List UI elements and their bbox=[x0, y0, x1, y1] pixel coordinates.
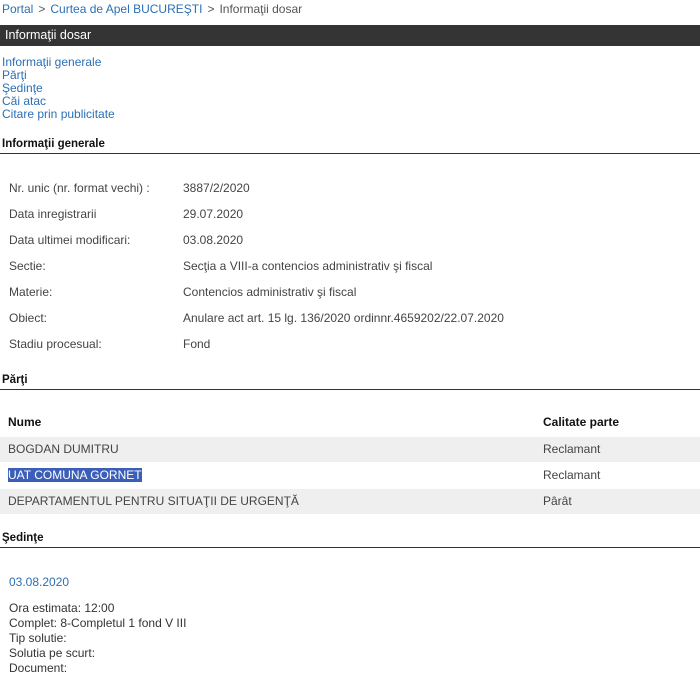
info-value: Contencios administrativ şi fiscal bbox=[183, 285, 357, 299]
info-value: 3887/2/2020 bbox=[183, 181, 250, 195]
hearing-date-link[interactable]: 03.08.2020 bbox=[9, 575, 69, 589]
info-value: 29.07.2020 bbox=[183, 207, 244, 221]
party-role: Reclamant bbox=[543, 442, 601, 456]
hearing-solution-summary: Solutia pe scurt: bbox=[9, 646, 96, 660]
info-label: Stadiu procesual: bbox=[9, 337, 102, 351]
hearing-solution-type: Tip solutie: bbox=[9, 631, 67, 645]
info-value: Secţia a VIII-a contencios administrativ… bbox=[183, 259, 433, 273]
column-header-role: Calitate parte bbox=[543, 415, 620, 429]
breadcrumb-separator: > bbox=[38, 2, 46, 16]
hearing-document: Document: bbox=[9, 661, 68, 675]
hearing-panel: Complet: 8-Completul 1 fond V III bbox=[9, 616, 187, 630]
page-title: Informaţii dosar bbox=[0, 25, 700, 46]
info-label: Materie: bbox=[9, 285, 53, 299]
nav-link-public-summons[interactable]: Citare prin publicitate bbox=[2, 108, 115, 121]
table-row: UAT COMUNA GORNET Reclamant bbox=[0, 463, 700, 488]
info-value: Fond bbox=[183, 337, 211, 351]
info-label: Sectie: bbox=[9, 259, 46, 273]
party-name-wrapper: UAT COMUNA GORNET bbox=[8, 463, 142, 488]
breadcrumb-portal-link[interactable]: Portal bbox=[2, 2, 33, 16]
breadcrumb-separator: > bbox=[207, 2, 215, 16]
breadcrumb-court-link[interactable]: Curtea de Apel BUCUREŞTI bbox=[50, 2, 202, 16]
table-row: DEPARTAMENTUL PENTRU SITUAŢII DE URGENŢĂ… bbox=[0, 489, 700, 514]
table-row: BOGDAN DUMITRU Reclamant bbox=[0, 437, 700, 462]
info-value: Anulare act art. 15 lg. 136/2020 ordinnr… bbox=[183, 311, 504, 325]
hearing-details: Ora estimata: 12:00 Complet: 8-Completul… bbox=[9, 601, 186, 676]
breadcrumb: Portal > Curtea de Apel BUCUREŞTI > Informaţ… bbox=[2, 2, 302, 16]
party-name-selected: UAT COMUNA GORNET bbox=[8, 468, 142, 482]
party-name: BOGDAN DUMITRU bbox=[8, 442, 119, 456]
info-label: Obiect: bbox=[9, 311, 48, 325]
info-value: 03.08.2020 bbox=[183, 233, 244, 247]
info-label: Nr. unic (nr. format vechi) : bbox=[9, 181, 150, 195]
party-role: Pârât bbox=[543, 494, 572, 508]
hearing-estimated-time: Ora estimata: 12:00 bbox=[9, 601, 115, 615]
section-nav: Informaţii generale Părţi Şedinţe Căi at… bbox=[2, 56, 115, 121]
general-info-heading: Informaţii generale bbox=[0, 138, 700, 154]
column-header-name: Nume bbox=[8, 415, 42, 429]
hearings-heading: Şedinţe bbox=[0, 532, 700, 548]
info-label: Data ultimei modificari: bbox=[9, 233, 131, 247]
party-role: Reclamant bbox=[543, 468, 601, 482]
party-name: DEPARTAMENTUL PENTRU SITUAŢII DE URGENŢĂ bbox=[8, 494, 299, 508]
breadcrumb-current: Informaţii dosar bbox=[219, 2, 303, 16]
parties-heading: Părţi bbox=[0, 374, 700, 390]
info-label: Data inregistrarii bbox=[9, 207, 97, 221]
